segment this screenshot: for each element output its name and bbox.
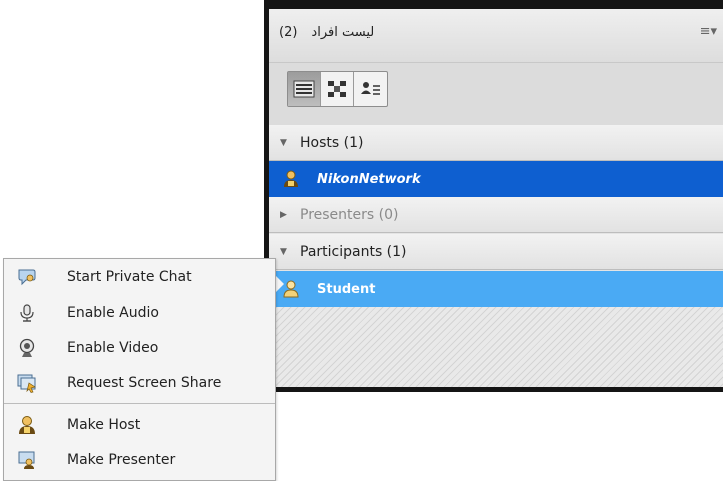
- menu-separator: [4, 403, 275, 404]
- menu-item-label: Enable Audio: [67, 305, 159, 321]
- breakout-view-icon: [328, 81, 346, 97]
- breakout-view-button[interactable]: [321, 72, 354, 106]
- menu-item-label: Make Presenter: [67, 452, 176, 468]
- request-screen-share-item[interactable]: Request Screen Share: [4, 366, 275, 400]
- participant-user-row[interactable]: Student: [269, 271, 723, 307]
- view-switcher: [287, 71, 388, 107]
- presenter-icon: [16, 449, 38, 471]
- enable-video-item[interactable]: Enable Video: [4, 331, 275, 365]
- make-host-item[interactable]: Make Host: [4, 408, 275, 442]
- attendee-context-menu: Start Private Chat Enable Audio Enable V…: [3, 258, 276, 481]
- participants-group-label: Participants (1): [300, 243, 407, 260]
- presenters-group-label: Presenters (0): [300, 206, 399, 223]
- expand-triangle-icon: ▼: [280, 137, 287, 148]
- status-view-icon: [360, 82, 380, 95]
- attendees-pod: (2) لیست افراد ≡▾ ▼ Hosts (1) NikonNetwo…: [264, 0, 723, 392]
- menu-item-label: Request Screen Share: [67, 375, 222, 391]
- menu-item-label: Enable Video: [67, 340, 159, 356]
- presenters-group-header[interactable]: ▶ Presenters (0): [269, 197, 723, 233]
- host-user-icon: [282, 170, 300, 188]
- pod-header: (2) لیست افراد ≡▾: [269, 9, 723, 63]
- hosts-group-label: Hosts (1): [300, 134, 364, 151]
- participant-user-name: Student: [317, 281, 376, 297]
- webcam-icon: [16, 337, 38, 359]
- enable-audio-item[interactable]: Enable Audio: [4, 296, 275, 330]
- hosts-group-header[interactable]: ▼ Hosts (1): [269, 125, 723, 161]
- attendee-status-view-button[interactable]: [354, 72, 387, 106]
- pod-title-text: لیست افراد: [311, 25, 375, 40]
- host-icon: [16, 414, 38, 436]
- collapsed-triangle-icon: ▶: [280, 209, 287, 220]
- screen-share-icon: [16, 372, 38, 394]
- pod-title: (2) لیست افراد: [279, 25, 374, 40]
- pod-options-menu-icon[interactable]: ≡▾: [700, 24, 717, 39]
- make-presenter-item[interactable]: Make Presenter: [4, 443, 275, 477]
- participant-user-icon: [282, 280, 300, 298]
- menu-item-label: Make Host: [67, 417, 141, 433]
- empty-list-area: [269, 307, 723, 387]
- host-user-name: NikonNetwork: [317, 171, 421, 187]
- participants-group-header[interactable]: ▼ Participants (1): [269, 234, 723, 270]
- list-view-icon: [293, 80, 315, 98]
- microphone-icon: [16, 302, 38, 324]
- chat-bubble-icon: [16, 266, 38, 288]
- start-private-chat-item[interactable]: Start Private Chat: [4, 260, 275, 294]
- list-view-button[interactable]: [288, 72, 321, 106]
- pod-toolbar: [269, 63, 723, 126]
- menu-item-label: Start Private Chat: [67, 269, 192, 285]
- attendees-pod-body: (2) لیست افراد ≡▾ ▼ Hosts (1) NikonNetwo…: [269, 9, 723, 387]
- expand-triangle-icon: ▼: [280, 246, 287, 257]
- host-user-row[interactable]: NikonNetwork: [269, 161, 723, 197]
- pod-attendee-count: (2): [279, 25, 298, 40]
